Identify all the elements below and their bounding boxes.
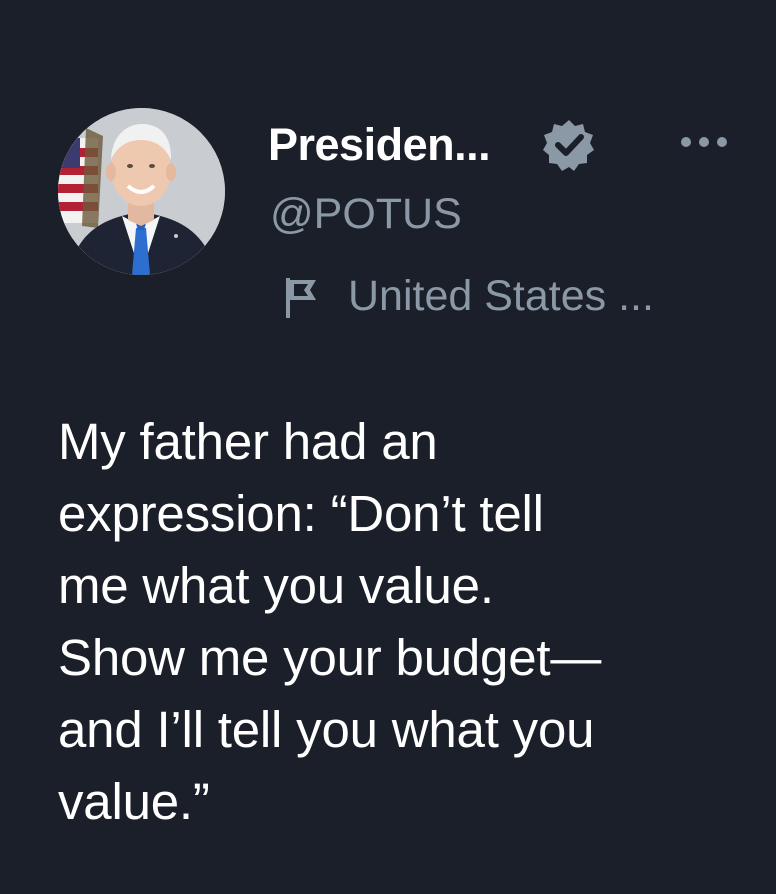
- more-options-icon: [681, 137, 727, 147]
- flag-background: [58, 128, 103, 228]
- author-location: United States ...: [282, 272, 654, 321]
- flag-icon: [286, 277, 316, 318]
- avatar[interactable]: [58, 108, 225, 275]
- avatar-portrait: [58, 108, 225, 275]
- author-display-name[interactable]: Presiden...: [268, 119, 491, 171]
- author-handle[interactable]: @POTUS: [270, 190, 462, 239]
- tweet-card: Presiden... @POTUS United States ... My …: [0, 0, 776, 894]
- more-options-button[interactable]: [672, 122, 736, 162]
- tweet-text: My father had an expression: “Don’t tell…: [58, 413, 602, 830]
- location-text: United States ...: [348, 272, 654, 320]
- verified-badge-icon: [541, 117, 597, 173]
